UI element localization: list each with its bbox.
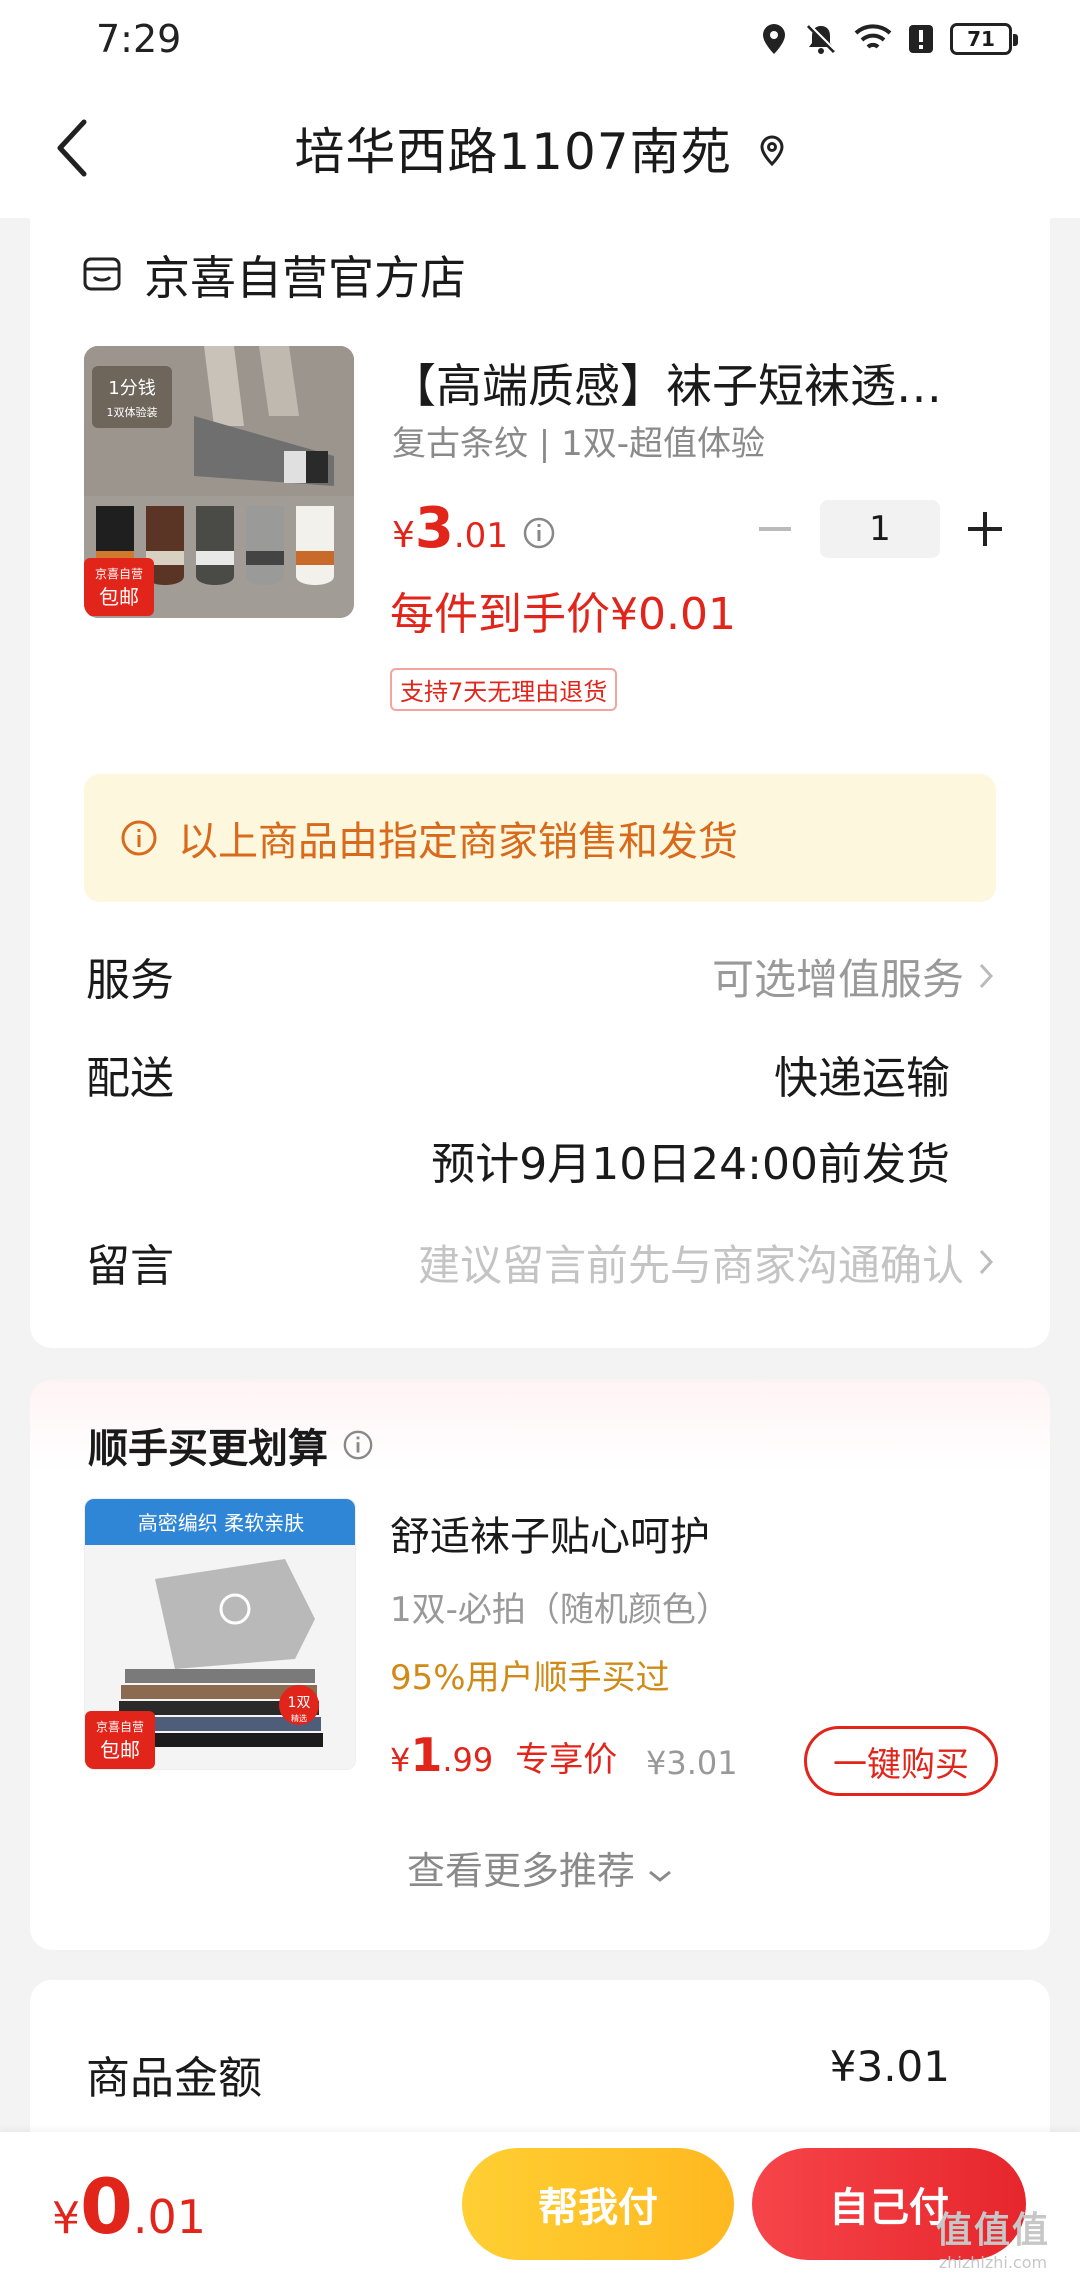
- quantity-input[interactable]: 1: [820, 500, 940, 558]
- chevron-right-icon: [979, 1249, 994, 1275]
- total-currency: ¥: [52, 2193, 80, 2244]
- total-decimal: .01: [132, 2190, 207, 2244]
- reco-product-name[interactable]: 舒适袜子贴心呵护: [390, 1504, 710, 1562]
- bottom-bar: ¥ 0 .01 帮我付 自己付 值值值 zhizhizhi.com: [0, 2132, 1080, 2280]
- product-image[interactable]: 1分钱 1双体验装 京喜自营 包邮: [84, 346, 354, 618]
- img-badge-1: 1分钱: [108, 378, 155, 399]
- reco-img-corner-1: 京喜自营: [96, 1720, 144, 1734]
- chevron-right-icon: [979, 963, 994, 989]
- price-currency: ¥: [392, 515, 415, 556]
- status-time: 7:29: [96, 17, 182, 61]
- status-bar: 7:29 71: [0, 0, 1080, 78]
- price-info-icon[interactable]: [522, 516, 556, 550]
- reco-img-tag-2: 精选: [291, 1713, 307, 1723]
- reco-purchase-rate: 95%用户顺手买过: [390, 1658, 670, 1698]
- service-row[interactable]: 服务 可选增值服务: [86, 944, 994, 1008]
- more-reco-text: 查看更多推荐: [406, 1849, 635, 1893]
- notice-text: 以上商品由指定商家销售和发货: [178, 819, 738, 865]
- goods-amount-value: ¥3.01: [829, 2042, 950, 2091]
- store-name: 京喜自营官方店: [144, 251, 466, 305]
- increase-button[interactable]: [960, 504, 1010, 554]
- reco-info-icon[interactable]: [342, 1429, 374, 1461]
- reco-price-currency: ¥: [390, 1741, 411, 1779]
- order-card: 京喜自营官方店 1分钱 1双体验装 京喜自营 包邮 【高端质感】袜子短袜透… 复…: [30, 218, 1050, 1348]
- message-label: 留言: [86, 1241, 174, 1292]
- price-decimal: .01: [453, 516, 508, 556]
- more-recommendations[interactable]: 查看更多推荐: [30, 1840, 1050, 1895]
- minus-icon: [759, 527, 791, 531]
- reco-product-image[interactable]: 高密编织 柔软亲肤 京喜自营 包邮 1双 精选: [84, 1498, 356, 1770]
- reco-title-text: 顺手买更划算: [88, 1426, 328, 1472]
- decrease-button[interactable]: [750, 504, 800, 554]
- message-row[interactable]: 留言 建议留言前先与商家沟通确认: [86, 1230, 994, 1294]
- reco-original-price: ¥3.01: [646, 1744, 738, 1782]
- watermark-url: zhizhizhi.com: [938, 2253, 1048, 2272]
- delivery-method: 快递运输: [774, 1053, 950, 1104]
- return-policy-tag: 支持7天无理由退货: [390, 668, 618, 711]
- store-icon: [83, 257, 121, 291]
- reco-price-integer: 1: [410, 1728, 443, 1782]
- reco-img-corner-2: 包邮: [100, 1738, 140, 1762]
- delivery-eta: 预计9月10日24:00前发货: [431, 1139, 950, 1190]
- message-placeholder: 建议留言前先与商家沟通确认: [417, 1240, 964, 1290]
- delivery-label: 配送: [86, 1053, 174, 1104]
- reco-image-art: 高密编织 柔软亲肤 京喜自营 包邮 1双 精选: [85, 1499, 355, 1769]
- one-click-buy-button[interactable]: 一键购买: [804, 1726, 998, 1796]
- wifi-icon: [854, 24, 892, 49]
- product-price: ¥ 3 .01: [392, 496, 508, 561]
- location-status-icon: [763, 24, 785, 54]
- img-badge-2: 1双体验装: [107, 405, 158, 419]
- delivery-info[interactable]: 快递运输 预计9月10日24:00前发货: [431, 1042, 950, 1192]
- seller-notice: 以上商品由指定商家销售和发货: [84, 774, 996, 902]
- product-image-art: 1分钱 1双体验装 京喜自营 包邮: [84, 346, 354, 618]
- goods-amount-label: 商品金额: [86, 2053, 262, 2104]
- reco-price-decimal: .99: [442, 1741, 494, 1779]
- plus-icon: [968, 512, 1002, 546]
- status-icons: 71: [760, 22, 1018, 56]
- chevron-down-icon: [649, 1870, 671, 1882]
- back-arrow-icon: [57, 119, 87, 177]
- battery-level: 71: [967, 27, 995, 51]
- img-corner-2: 包邮: [99, 585, 139, 609]
- service-label: 服务: [86, 955, 174, 1006]
- product-spec[interactable]: 复古条纹 | 1双-超值体验: [392, 416, 765, 465]
- reco-price-label: 专享价: [515, 1740, 618, 1780]
- reco-img-tag-1: 1双: [288, 1695, 311, 1711]
- service-value: 可选增值服务: [712, 946, 994, 1007]
- address-title[interactable]: 培华西路1107南苑: [294, 112, 731, 184]
- recommendation-card: 顺手买更划算 高密编织 柔软亲肤 京喜自营 包邮 1双 精选 舒适袜子贴心呵护 …: [30, 1380, 1050, 1950]
- battery-icon: 71: [950, 23, 1018, 55]
- nav-bar: 培华西路1107南苑: [0, 78, 1080, 218]
- notice-info-icon: [121, 820, 157, 856]
- img-corner-1: 京喜自营: [95, 567, 143, 581]
- watermark: 值值值 zhizhizhi.com: [918, 2201, 1068, 2272]
- location-pin-icon[interactable]: [758, 134, 786, 168]
- message-field[interactable]: 建议留言前先与商家沟通确认: [418, 1232, 994, 1293]
- quantity-stepper: 1: [750, 500, 1010, 558]
- total-price: ¥ 0 .01: [52, 2162, 206, 2251]
- bell-muted-icon: [806, 24, 836, 54]
- service-value-text: 可选增值服务: [711, 954, 964, 1004]
- watermark-logo: 值值值: [935, 2210, 1050, 2251]
- back-button[interactable]: [52, 116, 112, 186]
- unit-final-price: 每件到手价¥0.01: [390, 589, 736, 640]
- alert-icon: [909, 25, 933, 53]
- reco-price: ¥ 1 .99 专享价: [390, 1728, 617, 1782]
- store-row[interactable]: 京喜自营官方店: [82, 242, 466, 308]
- product-title[interactable]: 【高端质感】袜子短袜透…: [390, 350, 990, 416]
- reco-img-banner: 高密编织 柔软亲肤: [138, 1511, 304, 1535]
- help-me-pay-button[interactable]: 帮我付: [462, 2148, 734, 2260]
- price-integer: 3: [414, 496, 454, 561]
- total-integer: 0: [80, 2162, 133, 2251]
- reco-product-spec[interactable]: 1双-必拍（随机颜色）: [390, 1582, 730, 1631]
- reco-section-title: 顺手买更划算: [88, 1416, 374, 1474]
